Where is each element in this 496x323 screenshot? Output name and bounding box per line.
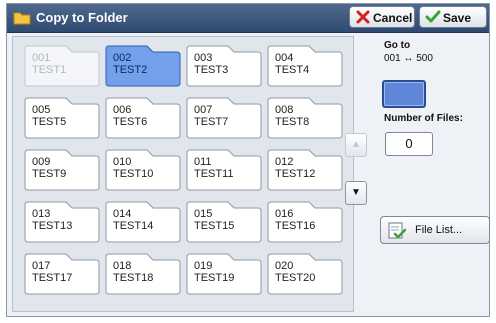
folder-button[interactable]: 016 TEST16: [265, 201, 343, 243]
folder-number: 002: [113, 52, 132, 64]
save-label: Save: [443, 11, 472, 25]
number-of-files-label: Number of Files:: [384, 113, 463, 124]
folder-button[interactable]: 002 TEST2: [103, 45, 181, 87]
folder-name: TEST19: [194, 272, 235, 284]
goto-range: 001 ↔ 500: [384, 53, 433, 64]
folder-name: TEST15: [194, 220, 235, 232]
scroll-up-button[interactable]: ▲: [345, 133, 367, 157]
goto-button[interactable]: [382, 80, 426, 108]
folder-number: 011: [194, 156, 212, 168]
folder-button[interactable]: 020 TEST20: [265, 253, 343, 295]
triangle-up-icon: ▲: [351, 139, 361, 150]
folder-number: 004: [275, 52, 294, 64]
folder-number: 014: [113, 208, 132, 220]
folder-number: 008: [275, 104, 294, 116]
folder-button: 001 TEST1: [22, 45, 100, 87]
folder-button[interactable]: 014 TEST14: [103, 201, 181, 243]
folder-number: 007: [194, 104, 213, 116]
folder-number: 013: [32, 208, 51, 220]
triangle-down-icon: ▼: [351, 187, 361, 198]
folder-name: TEST10: [113, 168, 154, 180]
number-of-files-value: 0: [385, 132, 433, 156]
folder-name: TEST20: [275, 272, 316, 284]
folder-number: 019: [194, 260, 213, 272]
folder-name: TEST3: [194, 64, 229, 76]
title-bar: Copy to Folder Cancel Save: [7, 4, 489, 33]
file-list-button[interactable]: File List...: [380, 216, 490, 244]
scroll-down-button[interactable]: ▼: [345, 181, 367, 205]
folder-name: TEST6: [113, 116, 148, 128]
folder-name: TEST18: [113, 272, 154, 284]
folder-button[interactable]: 011 TEST11: [184, 149, 262, 191]
folder-number: 010: [113, 156, 132, 168]
cancel-button[interactable]: Cancel: [349, 6, 415, 28]
folder-name: TEST9: [32, 168, 67, 180]
folder-number: 005: [32, 104, 51, 116]
folder-button[interactable]: 019 TEST19: [184, 253, 262, 295]
folder-button[interactable]: 013 TEST13: [22, 201, 100, 243]
save-button[interactable]: Save: [419, 6, 487, 28]
folder-name: TEST11: [194, 168, 234, 180]
folder-button[interactable]: 006 TEST6: [103, 97, 181, 139]
folder-grid: 001 TEST1 002 TEST2 003 TEST3 004 TEST4 005 TEST5…: [12, 36, 354, 312]
folder-button[interactable]: 018 TEST18: [103, 253, 181, 295]
folder-number: 017: [32, 260, 51, 272]
folder-button[interactable]: 003 TEST3: [184, 45, 262, 87]
folder-number: 003: [194, 52, 213, 64]
folder-button[interactable]: 015 TEST15: [184, 201, 262, 243]
folder-icon: [13, 12, 31, 25]
folder-number: 015: [194, 208, 213, 220]
folder-name: TEST14: [113, 220, 154, 232]
folder-name: TEST2: [113, 64, 148, 76]
folder-name: TEST16: [275, 220, 316, 232]
folder-button[interactable]: 008 TEST8: [265, 97, 343, 139]
folder-number: 009: [32, 156, 51, 168]
folder-name: TEST5: [32, 116, 67, 128]
file-list-label: File List...: [415, 224, 463, 236]
page-title: Copy to Folder: [36, 10, 128, 25]
folder-button[interactable]: 009 TEST9: [22, 149, 100, 191]
folder-number: 012: [275, 156, 294, 168]
copy-to-folder-screen: Copy to Folder Cancel Save 001 TEST1 002 TE…: [6, 3, 490, 317]
folder-number: 020: [275, 260, 294, 272]
folder-button[interactable]: 004 TEST4: [265, 45, 343, 87]
folder-name: TEST13: [32, 220, 73, 232]
folder-name: TEST12: [275, 168, 316, 180]
folder-button[interactable]: 005 TEST5: [22, 97, 100, 139]
folder-button[interactable]: 017 TEST17: [22, 253, 100, 295]
folder-number: 018: [113, 260, 132, 272]
folder-button[interactable]: 012 TEST12: [265, 149, 343, 191]
checkmark-icon: [425, 10, 441, 23]
folder-name: TEST17: [32, 272, 73, 284]
folder-name: TEST4: [275, 64, 310, 76]
folder-number: 016: [275, 208, 294, 220]
folder-button[interactable]: 007 TEST7: [184, 97, 262, 139]
folder-number: 001: [32, 52, 51, 64]
red-x-icon: [356, 10, 370, 24]
goto-label: Go to: [384, 40, 411, 51]
folder-name: TEST1: [32, 64, 67, 76]
cancel-label: Cancel: [373, 11, 413, 25]
folder-name: TEST8: [275, 116, 310, 128]
folder-button[interactable]: 010 TEST10: [103, 149, 181, 191]
folder-name: TEST7: [194, 116, 229, 128]
folder-number: 006: [113, 104, 132, 116]
document-check-icon: [388, 222, 407, 239]
